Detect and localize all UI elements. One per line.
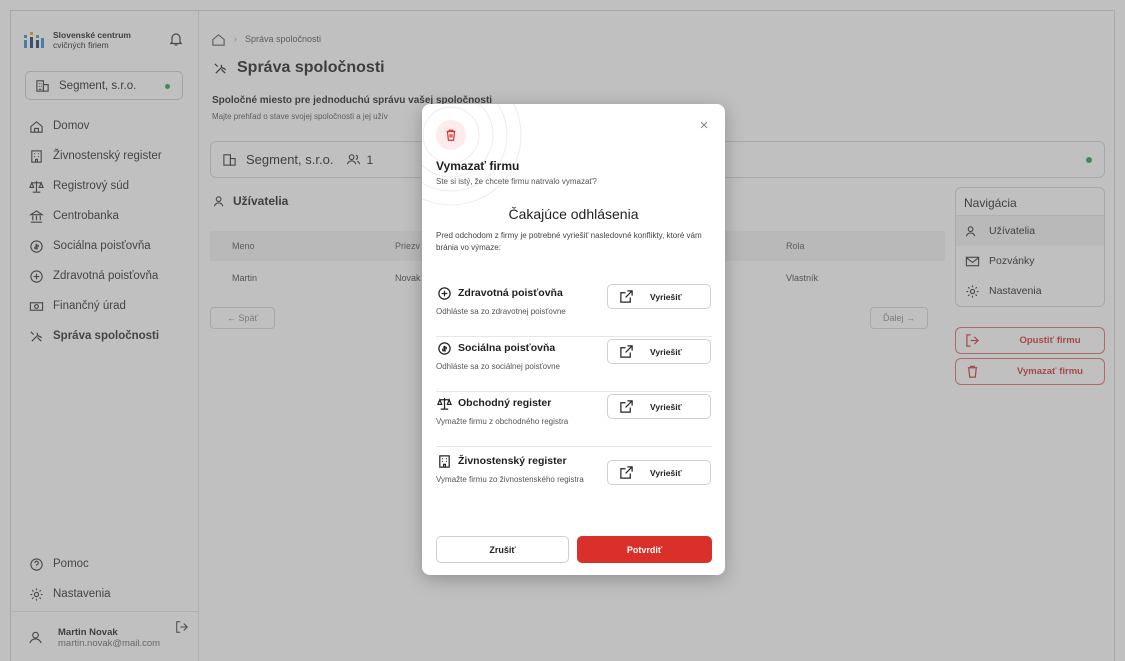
requirement-title-text: Zdravotná poisťovňa [458, 287, 563, 299]
trash-icon [436, 120, 466, 150]
scales-icon [436, 395, 452, 411]
requirement-item: Zdravotná poisťovňa Odhláste sa zo zdrav… [436, 282, 712, 337]
external-link-icon [618, 465, 634, 481]
pending-heading: Čakajúce odhlásenia [508, 206, 639, 222]
resolve-button[interactable]: Vyriešiť [607, 394, 711, 419]
building-icon [436, 453, 452, 469]
resolve-label: Vyriešiť [650, 467, 682, 478]
requirement-title-text: Obchodný register [458, 397, 552, 409]
dialog-footer: Zrušiť Potvrdiť [436, 536, 712, 563]
requirement-title: Sociálna poisťovňa [436, 340, 555, 356]
requirement-item: Obchodný register Vymažte firmu z obchod… [436, 392, 712, 447]
pending-description: Pred odchodom z firmy je potrebné vyrieš… [436, 231, 702, 252]
requirement-title: Živnostenský register [436, 453, 567, 469]
external-link-icon [618, 289, 634, 305]
external-link-icon [618, 399, 634, 415]
close-icon[interactable]: × [697, 118, 711, 133]
external-link-icon [618, 344, 634, 360]
shield-icon [436, 340, 452, 356]
requirement-desc: Odhláste sa zo sociálnej poisťovne [436, 362, 560, 371]
cancel-button[interactable]: Zrušiť [436, 536, 569, 563]
requirement-title: Obchodný register [436, 395, 551, 411]
requirement-title: Zdravotná poisťovňa [436, 285, 563, 301]
requirement-desc: Odhláste sa zo zdravotnej poisťovne [436, 307, 566, 316]
dialog-title: Vymazať firmu [436, 159, 520, 173]
delete-company-dialog: × Vymazať firmu Ste si istý, že chcete f… [422, 104, 725, 575]
requirement-title-text: Sociálna poisťovňa [458, 342, 556, 354]
requirement-title-text: Živnostenský register [458, 455, 567, 467]
dialog-subtitle: Ste si istý, že chcete firmu natrvalo vy… [436, 177, 597, 186]
requirement-desc: Vymažte firmu zo živnostenského registra [436, 475, 584, 484]
requirement-item: Sociálna poisťovňa Odhláste sa zo sociál… [436, 337, 712, 392]
resolve-button[interactable]: Vyriešiť [607, 460, 711, 485]
resolve-button[interactable]: Vyriešiť [607, 339, 711, 364]
resolve-button[interactable]: Vyriešiť [607, 284, 711, 309]
resolve-label: Vyriešiť [650, 291, 682, 302]
requirement-desc: Vymažte firmu z obchodného registra [436, 417, 569, 426]
medical-icon [436, 285, 452, 301]
resolve-label: Vyriešiť [650, 401, 682, 412]
requirement-item: Živnostenský register Vymažte firmu zo ž… [436, 450, 712, 520]
confirm-button[interactable]: Potvrdiť [577, 536, 712, 563]
resolve-label: Vyriešiť [650, 346, 682, 357]
